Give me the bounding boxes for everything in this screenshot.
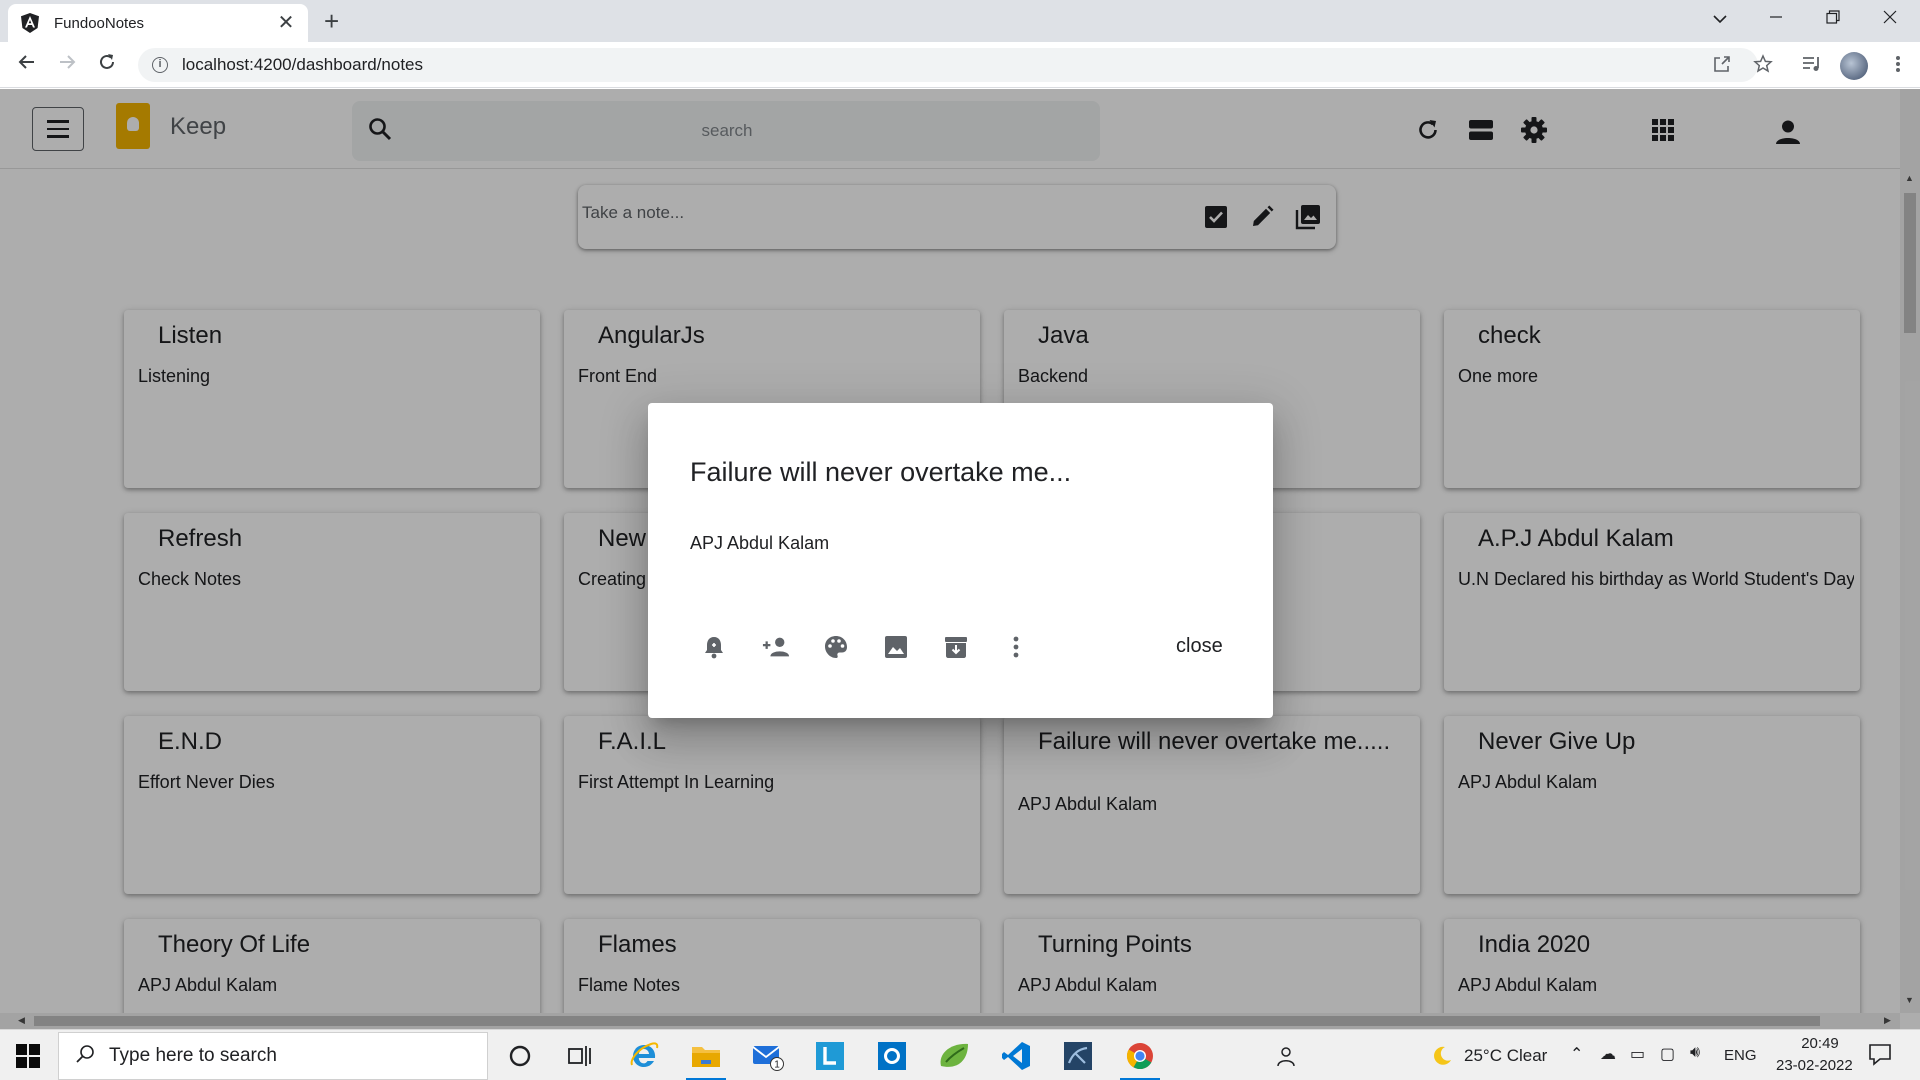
note-dialog: Failure will never overtake me... APJ Ab… [648, 403, 1273, 718]
dialog-note-title[interactable]: Failure will never overtake me... [690, 457, 1071, 488]
share-icon[interactable] [1710, 54, 1734, 79]
new-tab-button[interactable]: + [324, 8, 339, 34]
clock-time[interactable]: 20:49 [1790, 1035, 1850, 1052]
mail-icon[interactable]: 1 [748, 1036, 788, 1076]
reload-icon[interactable] [94, 52, 120, 78]
battery-icon[interactable]: ▭ [1630, 1044, 1645, 1064]
browser-tab[interactable]: FundooNotes ✕ [8, 4, 308, 42]
bookmark-star-icon[interactable] [1751, 54, 1775, 79]
angular-favicon-icon [20, 13, 40, 33]
network-icon[interactable]: ☁ [1600, 1044, 1616, 1064]
close-window-icon[interactable] [1878, 8, 1902, 29]
site-info-icon[interactable]: i [152, 57, 168, 73]
back-arrow-icon[interactable] [14, 52, 40, 78]
display-icon[interactable]: ▢ [1660, 1044, 1675, 1064]
address-bar[interactable]: i localhost:4200/dashboard/notes [138, 48, 1758, 82]
browser-toolbar: i localhost:4200/dashboard/notes [0, 42, 1920, 88]
profile-avatar[interactable] [1840, 52, 1868, 80]
archive-icon[interactable] [942, 633, 970, 661]
mysql-workbench-icon[interactable] [1058, 1036, 1098, 1076]
reminder-bell-icon[interactable] [700, 633, 728, 661]
file-explorer-icon[interactable] [686, 1036, 726, 1080]
windows-taskbar: Type here to search 1 25°C Clear ⌃ ☁ ▭ ▢ [0, 1029, 1920, 1080]
collaborator-icon[interactable] [762, 633, 790, 661]
start-tile [16, 1057, 27, 1068]
taskbar-search-placeholder: Type here to search [109, 1045, 277, 1066]
outlook-icon[interactable] [872, 1036, 912, 1076]
chrome-icon[interactable] [1120, 1036, 1160, 1080]
forward-arrow-icon[interactable] [54, 52, 80, 78]
address-url: localhost:4200/dashboard/notes [182, 55, 424, 74]
taskbar-search-box[interactable]: Type here to search [58, 1032, 488, 1080]
start-tile [29, 1044, 40, 1055]
weather-text[interactable]: 25°C Clear [1464, 1046, 1547, 1066]
windows-start-icon[interactable] [16, 1044, 40, 1068]
vscode-icon[interactable] [996, 1036, 1036, 1076]
start-tile [29, 1057, 40, 1068]
cortana-icon[interactable] [500, 1036, 540, 1076]
tab-close-icon[interactable]: ✕ [276, 13, 296, 33]
color-palette-icon[interactable] [822, 633, 850, 661]
tray-chevron-icon[interactable]: ⌃ [1570, 1044, 1583, 1064]
start-tile [16, 1044, 27, 1055]
minimize-icon[interactable] [1764, 8, 1788, 29]
clock-date[interactable]: 23-02-2022 [1776, 1057, 1853, 1074]
mail-badge: 1 [774, 1060, 780, 1071]
restore-icon[interactable] [1821, 8, 1845, 29]
people-icon[interactable] [1266, 1036, 1306, 1076]
spring-tool-icon[interactable] [934, 1036, 974, 1076]
add-image-icon[interactable] [882, 633, 910, 661]
tab-title: FundooNotes [54, 14, 145, 32]
browser-tabstrip: FundooNotes ✕ + [0, 0, 1920, 42]
language-indicator[interactable]: ENG [1724, 1047, 1757, 1064]
dialog-note-description[interactable]: APJ Abdul Kalam [690, 533, 829, 554]
volume-icon[interactable]: 🔊︎ [1690, 1044, 1700, 1062]
tab-search-chevron-icon[interactable] [1708, 8, 1732, 29]
media-control-icon[interactable] [1800, 54, 1824, 79]
dialog-close-button[interactable]: close [1176, 635, 1223, 658]
taskbar-search-icon [75, 1044, 95, 1069]
chrome-menu-icon[interactable] [1886, 54, 1910, 79]
task-view-icon[interactable] [560, 1036, 600, 1076]
notification-center-icon[interactable] [1868, 1042, 1892, 1071]
weather-moon-icon[interactable] [1422, 1036, 1462, 1076]
more-options-icon[interactable] [1002, 633, 1030, 661]
launcher-l-icon[interactable] [810, 1036, 850, 1076]
internet-explorer-icon[interactable] [624, 1036, 664, 1076]
